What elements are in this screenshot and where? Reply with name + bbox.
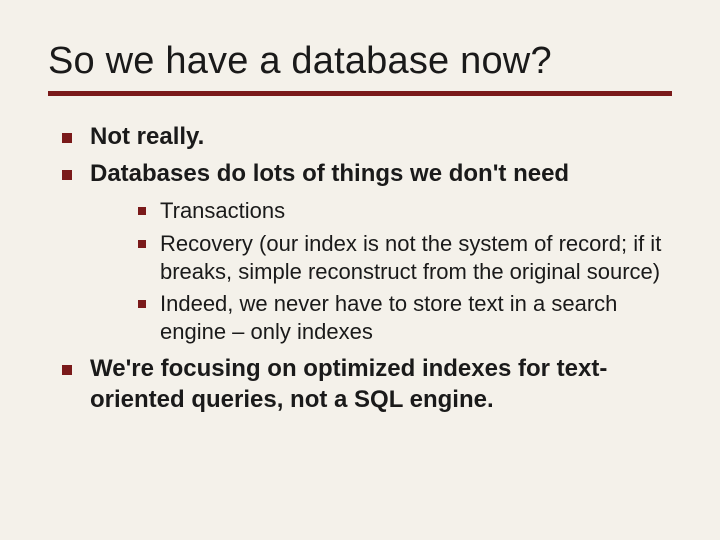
sub-bullet-text: Recovery (our index is not the system of… bbox=[160, 231, 661, 284]
bullet-text: Not really. bbox=[90, 123, 204, 150]
sub-bullet-text: Indeed, we never have to store text in a… bbox=[160, 291, 617, 344]
bullet-text: We're focusing on optimized indexes for … bbox=[90, 355, 607, 413]
bullet-text: Databases do lots of things we don't nee… bbox=[90, 160, 569, 187]
bullet-list: Not really. Databases do lots of things … bbox=[48, 122, 672, 416]
bullet-item: Not really. bbox=[56, 122, 672, 153]
sub-bullet-item: Recovery (our index is not the system of… bbox=[132, 230, 672, 286]
sub-bullet-text: Transactions bbox=[160, 198, 285, 223]
slide: So we have a database now? Not really. D… bbox=[0, 0, 720, 540]
sub-bullet-item: Indeed, we never have to store text in a… bbox=[132, 290, 672, 346]
sub-bullet-item: Transactions bbox=[132, 197, 672, 225]
bullet-item: Databases do lots of things we don't nee… bbox=[56, 159, 672, 347]
bullet-item: We're focusing on optimized indexes for … bbox=[56, 354, 672, 415]
sub-bullet-list: Transactions Recovery (our index is not … bbox=[90, 197, 672, 346]
slide-title: So we have a database now? bbox=[48, 40, 672, 83]
title-rule bbox=[48, 91, 672, 96]
